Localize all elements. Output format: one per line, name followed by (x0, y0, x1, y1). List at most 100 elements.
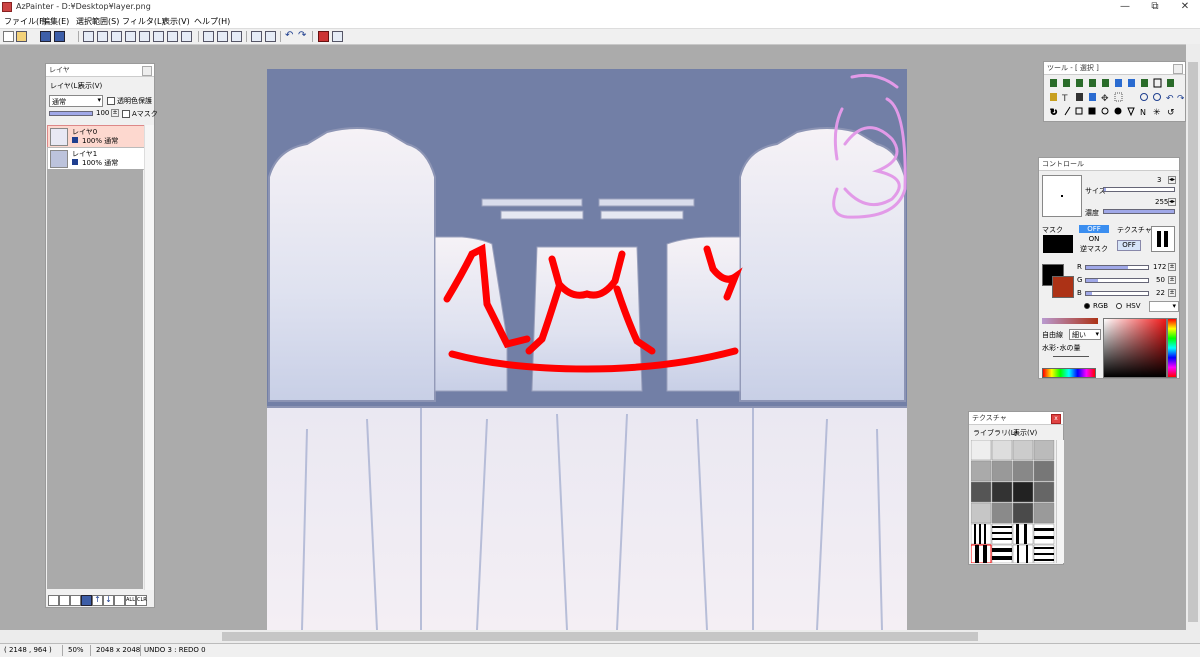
delete-layer-icon[interactable] (81, 595, 92, 606)
vertical-scrollbar[interactable] (1186, 44, 1200, 643)
background-color[interactable] (1052, 276, 1074, 298)
menu-help[interactable]: ヘルプ(H) (194, 16, 230, 27)
new-layer-icon[interactable] (48, 595, 59, 606)
layer-row-0[interactable]: レイヤ0 100% 通常 (47, 125, 145, 148)
undo-icon[interactable]: ↶ (285, 31, 296, 42)
visibility-icon[interactable] (72, 159, 78, 165)
r-slider[interactable] (1085, 265, 1149, 270)
palette-bar[interactable] (1042, 368, 1096, 378)
opacity-slider[interactable] (49, 111, 93, 116)
size-slider[interactable] (1103, 187, 1175, 192)
mask-on-button[interactable]: ON (1079, 235, 1109, 243)
texture-menu-library[interactable]: ライブラリ(L) (973, 428, 1017, 438)
minimize-button[interactable]: — (1110, 0, 1140, 14)
density-spin[interactable]: ◂▸ (1168, 198, 1176, 206)
opacity-spin[interactable]: ± (111, 109, 119, 117)
fit-view-icon[interactable] (217, 31, 228, 42)
density-slider[interactable] (1103, 209, 1175, 214)
option-icon[interactable] (332, 31, 343, 42)
toolbar: ↶ ↷ (0, 29, 1200, 45)
chevron-down-icon: ▾ (1095, 330, 1099, 338)
grid-icon[interactable] (203, 31, 214, 42)
save-as-icon[interactable] (54, 31, 65, 42)
move-down-icon[interactable]: ↓ (103, 595, 114, 606)
rgb-radio[interactable] (1084, 303, 1090, 309)
layer-tool-8-icon[interactable] (181, 31, 192, 42)
texture-menu-view[interactable]: 表示(V) (1013, 428, 1037, 438)
menu-selection[interactable]: 選択範囲(S) (76, 16, 119, 27)
amask-checkbox[interactable] (122, 110, 130, 118)
layer-menu-layer[interactable]: レイヤ(L) (50, 81, 80, 91)
mask-color[interactable] (1043, 235, 1073, 253)
layer-scrollbar[interactable] (144, 125, 154, 590)
size-value: 3 (1157, 176, 1162, 184)
merge-layer-icon[interactable] (70, 595, 81, 606)
tool-panel-close[interactable] (1173, 64, 1183, 74)
hue-slider[interactable] (1167, 318, 1177, 378)
redo-icon[interactable]: ↷ (298, 31, 309, 42)
b-value: 22 (1156, 289, 1165, 297)
svg-text:↺: ↺ (1167, 108, 1175, 118)
blend-mode-select[interactable]: 通常 ▾ (49, 95, 103, 107)
layer-tool-4-icon[interactable] (125, 31, 136, 42)
color-picker-square[interactable] (1103, 318, 1167, 378)
color-picker-icon[interactable] (318, 31, 329, 42)
close-button[interactable]: ✕ (1170, 0, 1200, 14)
mask-reverse-button[interactable]: 逆マスク (1079, 245, 1109, 253)
layer-tool-7-icon[interactable] (167, 31, 178, 42)
texture-grid[interactable] (970, 439, 1055, 564)
watercolor-slider[interactable] (1053, 356, 1089, 357)
hsv-radio[interactable] (1116, 303, 1122, 309)
svg-text:↻: ↻ (1050, 108, 1058, 118)
horizontal-scroll-thumb[interactable] (222, 632, 978, 641)
clear-layer-icon[interactable]: CLR (136, 595, 147, 606)
r-spin[interactable]: ± (1168, 263, 1176, 271)
flip-icon[interactable] (251, 31, 262, 42)
texture-panel-close[interactable]: x (1051, 414, 1061, 424)
menu-filter[interactable]: フィルタ(L) (122, 16, 165, 27)
layer-tool-3-icon[interactable] (111, 31, 122, 42)
status-bar: ( 2148 , 964 ) 50% 2048 x 2048 UNDO 3 : … (0, 643, 1200, 657)
save-icon[interactable] (40, 31, 51, 42)
rotate-icon[interactable] (265, 31, 276, 42)
texture-off-button[interactable]: OFF (1117, 240, 1141, 251)
horizontal-scrollbar[interactable] (0, 630, 1186, 643)
b-slider[interactable] (1085, 291, 1149, 296)
layer-tool-5-icon[interactable] (139, 31, 150, 42)
new-file-icon[interactable] (3, 31, 14, 42)
g-label: G (1077, 276, 1083, 284)
menu-view[interactable]: 表示(V) (162, 16, 190, 27)
copy-layer-icon[interactable] (59, 595, 70, 606)
maximize-button[interactable]: ⧉ (1140, 0, 1170, 14)
color-gradient-bar[interactable] (1042, 318, 1098, 324)
layer-row-1[interactable]: レイヤ1 100% 通常 (47, 147, 145, 170)
g-slider[interactable] (1085, 278, 1149, 283)
layer-properties-icon[interactable] (114, 595, 125, 606)
texture-scrollbar[interactable] (1056, 440, 1064, 563)
protect-alpha-checkbox[interactable] (107, 97, 115, 105)
layer-tool-1-icon[interactable] (83, 31, 94, 42)
g-spin[interactable]: ± (1168, 276, 1176, 284)
layer-buttons: ↑ ↓ ALL CLR (48, 595, 152, 606)
menu-edit[interactable]: 編集(E) (42, 16, 69, 27)
b-spin[interactable]: ± (1168, 289, 1176, 297)
layer-menu-view[interactable]: 表示(V) (78, 81, 102, 91)
size-spin[interactable]: ◂▸ (1168, 176, 1176, 184)
curve-select[interactable]: 細い ▾ (1069, 329, 1101, 340)
mask-off-button[interactable]: OFF (1079, 225, 1109, 233)
canvas[interactable] (267, 69, 907, 630)
open-file-icon[interactable] (16, 31, 27, 42)
color-option-select[interactable]: ▾ (1149, 301, 1179, 312)
layer-panel-close[interactable] (142, 66, 152, 76)
status-zoom: 50% (68, 646, 84, 654)
vertical-scroll-thumb[interactable] (1188, 62, 1198, 622)
visibility-icon[interactable] (72, 137, 78, 143)
menu-file[interactable]: ファイル(F) (4, 16, 47, 27)
move-up-icon[interactable]: ↑ (92, 595, 103, 606)
all-layers-icon[interactable]: ALL (125, 595, 136, 606)
canvas-image (267, 73, 907, 630)
texture-preview[interactable] (1151, 226, 1175, 252)
zoom-view-icon[interactable] (231, 31, 242, 42)
layer-tool-6-icon[interactable] (153, 31, 164, 42)
layer-tool-2-icon[interactable] (97, 31, 108, 42)
